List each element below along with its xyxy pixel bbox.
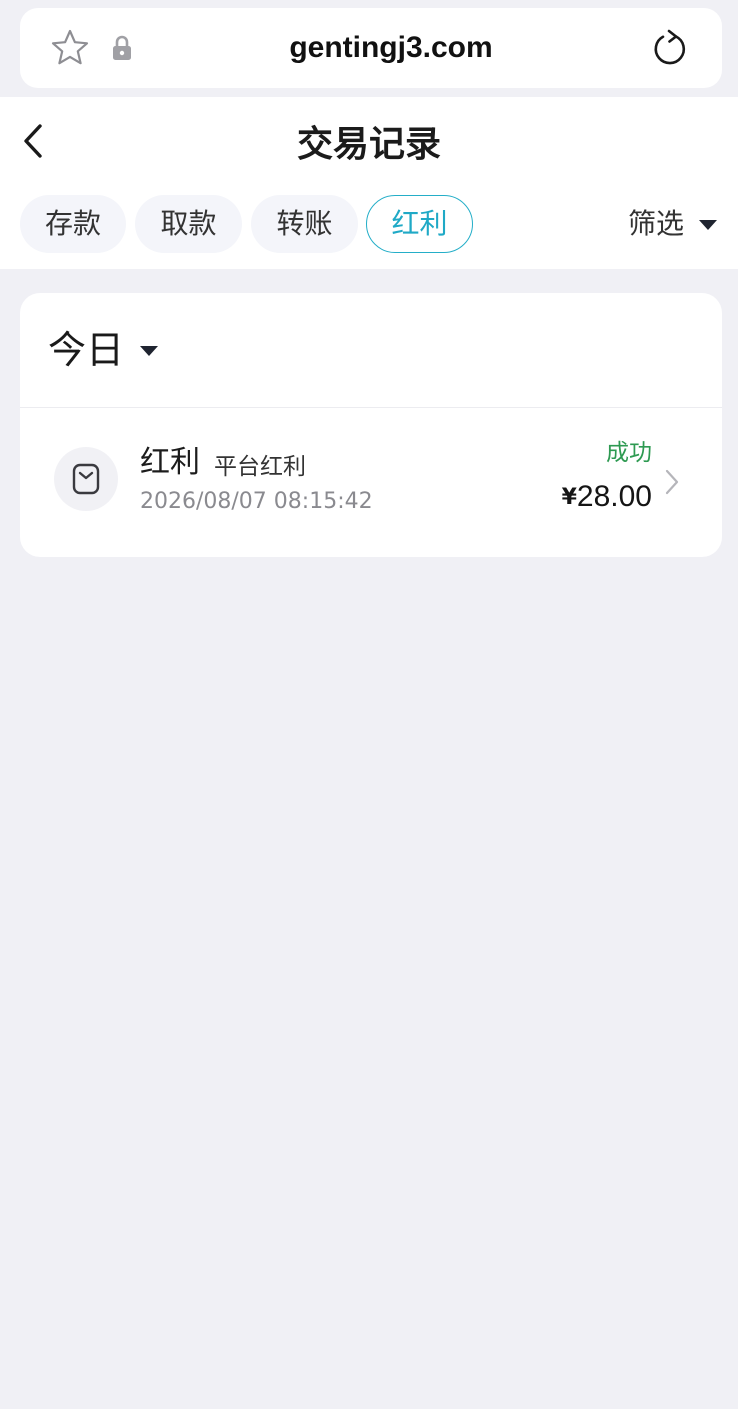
tab-label: 红利	[391, 207, 448, 240]
reload-icon[interactable]	[650, 28, 690, 68]
date-group-selector[interactable]: 今日	[20, 293, 722, 408]
tab-deposit[interactable]: 存款	[20, 195, 126, 253]
transaction-amount: ¥28.00	[562, 480, 652, 520]
currency-symbol: ¥	[561, 485, 577, 510]
caret-down-icon	[140, 346, 158, 356]
status-badge: 成功	[606, 440, 652, 466]
lock-icon	[113, 35, 131, 60]
records-card: 今日 红利 平台红利 2026/08/07 08:15:42 成功 ¥28.00	[20, 293, 722, 557]
url-text[interactable]: gentingj3.com	[220, 30, 562, 66]
star-icon[interactable]	[50, 28, 90, 68]
date-group-label: 今日	[48, 328, 125, 372]
tab-label: 存款	[44, 207, 101, 240]
chevron-right-icon[interactable]	[664, 468, 680, 496]
tab-transfer[interactable]: 转账	[251, 195, 358, 253]
filter-label: 筛选	[628, 207, 685, 240]
tab-bonus[interactable]: 红利	[366, 195, 473, 253]
transaction-subtype: 平台红利	[214, 454, 306, 480]
tab-label: 转账	[276, 207, 333, 240]
wallet-icon	[72, 463, 100, 495]
transaction-type: 红利	[140, 445, 200, 480]
transaction-time: 2026/08/07 08:15:42	[140, 489, 373, 514]
page-title: 交易记录	[296, 124, 441, 165]
transaction-row[interactable]: 红利 平台红利 2026/08/07 08:15:42 成功 ¥28.00	[20, 408, 722, 557]
page-header: 交易记录 存款 取款 转账 红利 筛选	[0, 97, 738, 269]
amount-value: 28.00	[576, 480, 652, 513]
filter-button[interactable]: 筛选	[628, 195, 728, 253]
tab-withdraw[interactable]: 取款	[135, 195, 242, 253]
chevron-left-icon[interactable]	[18, 121, 52, 161]
caret-down-icon	[699, 220, 717, 230]
browser-chrome: gentingj3.com	[0, 0, 738, 97]
tab-label: 取款	[160, 207, 217, 240]
avatar	[54, 447, 118, 511]
address-bar[interactable]: gentingj3.com	[20, 8, 722, 88]
